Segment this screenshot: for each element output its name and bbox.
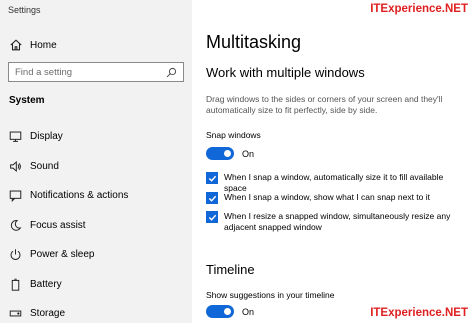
sidebar-item-label: Battery — [30, 278, 62, 290]
sidebar-item-label: Sound — [30, 160, 59, 172]
search-input[interactable] — [15, 66, 166, 78]
sidebar-item-battery[interactable]: Battery — [0, 270, 192, 300]
auto-size-checkbox[interactable] — [206, 172, 218, 184]
watermark-bottom: ITExperience.NET — [370, 307, 468, 319]
main-content: Multitasking Work with multiple windows … — [192, 0, 474, 323]
sidebar-item-display[interactable]: Display — [0, 122, 192, 152]
sidebar-item-label: Focus assist — [30, 219, 86, 231]
timeline-title: Timeline — [206, 262, 255, 277]
checkbox-row: When I snap a window, automatically size… — [206, 172, 468, 194]
section-title: Work with multiple windows — [206, 65, 365, 80]
suggestions-toggle[interactable] — [206, 305, 234, 318]
window-title: Settings — [8, 5, 41, 15]
display-icon — [9, 131, 22, 143]
sidebar-item-notifications[interactable]: Notifications & actions — [0, 181, 192, 211]
sidebar-home-label: Home — [30, 39, 57, 51]
sidebar-item-label: Storage — [30, 308, 66, 320]
sidebar-item-label: Display — [30, 131, 63, 143]
battery-icon — [11, 278, 20, 291]
sidebar-section-label: System — [9, 95, 45, 106]
sidebar: Settings Home System Display Sound — [0, 0, 192, 323]
notifications-icon — [9, 190, 22, 203]
page-title: Multitasking — [206, 32, 302, 52]
sidebar-item-sound[interactable]: Sound — [0, 152, 192, 182]
power-icon — [10, 249, 21, 261]
toggle-knob — [224, 150, 231, 157]
snap-windows-state: On — [242, 149, 255, 159]
watermark-top: ITExperience.NET — [370, 3, 468, 15]
snap-windows-toggle[interactable] — [206, 147, 234, 160]
show-snap-next-checkbox[interactable] — [206, 192, 218, 204]
moon-icon — [10, 219, 22, 231]
suggestions-label: Show suggestions in your timeline — [206, 290, 335, 300]
sidebar-item-storage[interactable]: Storage — [0, 299, 192, 323]
checkbox-row: When I snap a window, show what I can sn… — [206, 192, 468, 204]
simultaneous-resize-checkbox[interactable] — [206, 211, 218, 223]
sidebar-home[interactable]: Home — [0, 34, 192, 56]
checkmark-icon — [208, 195, 216, 202]
checkmark-icon — [208, 214, 216, 221]
search-icon[interactable] — [166, 67, 177, 78]
section-description: Drag windows to the sides or corners of … — [206, 94, 443, 115]
auto-size-label: When I snap a window, automatically size… — [224, 172, 444, 193]
search-box[interactable] — [8, 62, 184, 82]
checkmark-icon — [208, 175, 216, 182]
suggestions-state: On — [242, 307, 255, 317]
speaker-icon — [10, 160, 21, 172]
toggle-knob — [224, 308, 231, 315]
home-icon — [10, 39, 22, 51]
sidebar-nav: Display Sound Notifications & actions Fo… — [0, 122, 192, 323]
sidebar-item-label: Notifications & actions — [30, 190, 129, 202]
checkbox-row: When I resize a snapped window, simultan… — [206, 211, 468, 233]
snap-windows-label: Snap windows — [206, 130, 261, 140]
sidebar-item-focus-assist[interactable]: Focus assist — [0, 211, 192, 241]
simultaneous-resize-label: When I resize a snapped window, simultan… — [224, 211, 451, 232]
sidebar-item-power-sleep[interactable]: Power & sleep — [0, 240, 192, 270]
show-snap-next-label: When I snap a window, show what I can sn… — [224, 192, 431, 202]
sidebar-item-label: Power & sleep — [30, 249, 95, 261]
storage-icon — [9, 310, 22, 317]
